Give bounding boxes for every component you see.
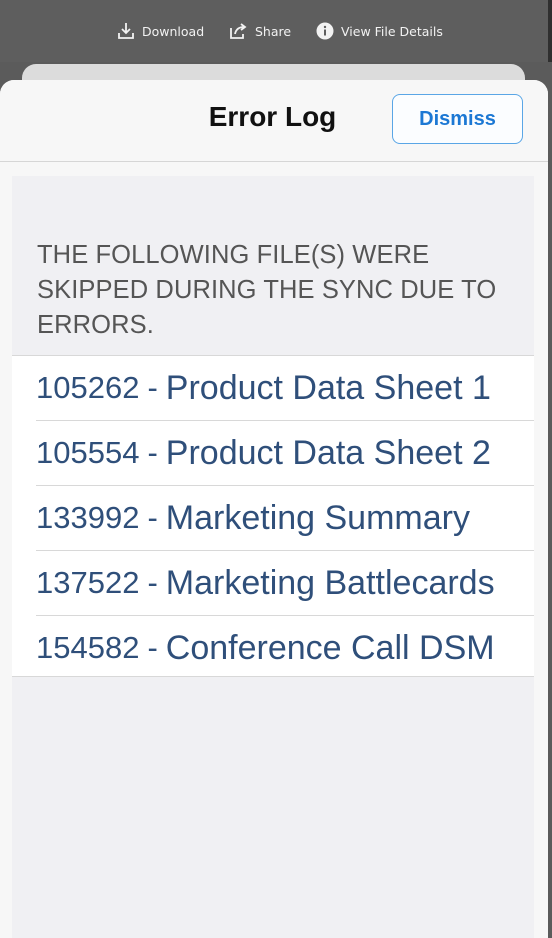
skipped-file-list: 105262 - Product Data Sheet 1 105554 - P…: [36, 356, 534, 680]
file-id: 133992: [36, 500, 140, 535]
view-file-details-button[interactable]: View File Details: [316, 20, 443, 42]
file-separator: -: [147, 565, 158, 600]
modal-header: Error Log Dismiss: [0, 80, 548, 162]
window-edge: [548, 0, 552, 62]
file-row[interactable]: 105554 - Product Data Sheet 2: [36, 421, 534, 486]
download-icon: [117, 22, 135, 40]
file-id: 105262: [36, 370, 140, 405]
file-separator: -: [147, 500, 158, 535]
file-name: Product Data Sheet 1: [165, 368, 491, 407]
file-id: 154582: [36, 630, 140, 665]
file-row[interactable]: 105262 - Product Data Sheet 1: [36, 356, 534, 421]
file-name: Product Data Sheet 2: [165, 433, 491, 472]
download-label: Download: [142, 23, 205, 39]
empty-area: [12, 676, 534, 938]
file-row[interactable]: 137522 - Marketing Battlecards: [36, 551, 534, 616]
file-row[interactable]: 133992 - Marketing Summary: [36, 486, 534, 551]
info-icon: [316, 22, 334, 40]
file-separator: -: [147, 435, 158, 470]
error-notice: THE FOLLOWING FILE(S) WERE SKIPPED DURIN…: [12, 176, 534, 356]
share-label: Share: [255, 23, 292, 39]
file-id: 137522: [36, 565, 140, 600]
file-separator: -: [147, 370, 158, 405]
share-button[interactable]: Share: [229, 20, 291, 42]
file-name: Marketing Summary: [165, 498, 470, 537]
share-icon: [229, 22, 248, 40]
file-separator: -: [147, 630, 158, 665]
view-file-details-label: View File Details: [341, 23, 443, 39]
file-name: Conference Call DSM: [165, 628, 495, 667]
file-toolbar: Download Share View File Details: [0, 0, 552, 62]
error-log-modal: Error Log Dismiss THE FOLLOWING FILE(S) …: [0, 80, 548, 938]
file-name: Marketing Battlecards: [165, 563, 495, 602]
file-id: 105554: [36, 435, 140, 470]
error-notice-text: THE FOLLOWING FILE(S) WERE SKIPPED DURIN…: [37, 241, 497, 339]
dismiss-button[interactable]: Dismiss: [392, 94, 523, 144]
file-row[interactable]: 154582 - Conference Call DSM: [36, 616, 534, 680]
download-button[interactable]: Download: [117, 20, 204, 42]
modal-content: THE FOLLOWING FILE(S) WERE SKIPPED DURIN…: [12, 176, 534, 938]
